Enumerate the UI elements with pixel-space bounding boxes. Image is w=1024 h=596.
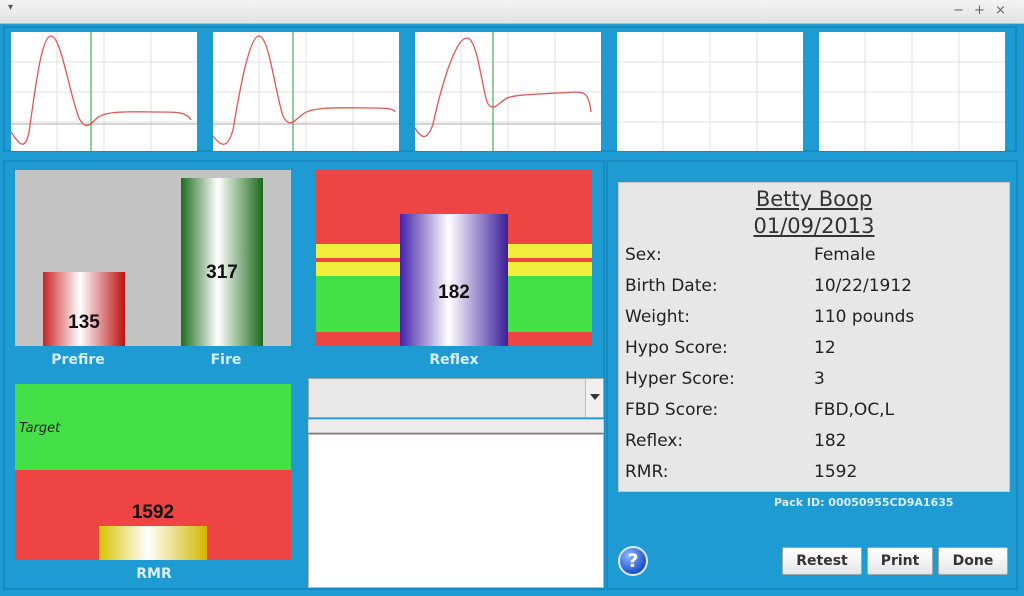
list-header xyxy=(308,419,604,433)
info-key: Weight: xyxy=(625,307,690,327)
info-row-sex: Sex: Female xyxy=(625,245,1005,271)
info-row-rmr: RMR: 1592 xyxy=(625,462,1005,488)
patient-info-card: Betty Boop 01/09/2013 Sex: Female Birth … xyxy=(618,182,1010,492)
reflex-chart: 182 xyxy=(316,170,592,346)
info-row-birth-date: Birth Date: 10/22/1912 xyxy=(625,276,1005,302)
rmr-chart: Target 1592 xyxy=(15,384,291,560)
info-value: 10/22/1912 xyxy=(814,276,912,296)
rmr-value: 1592 xyxy=(132,502,174,523)
rmr-bar xyxy=(99,526,207,560)
notes-dropdown[interactable] xyxy=(308,378,604,418)
info-value: FBD,OC,L xyxy=(814,400,895,420)
minimize-icon[interactable]: − xyxy=(953,3,964,19)
waveform-3 xyxy=(415,32,601,151)
title-bar: ▾ − + × xyxy=(0,0,1024,24)
info-row-hypo-score: Hypo Score: 12 xyxy=(625,338,1005,364)
maximize-icon[interactable]: + xyxy=(974,3,985,19)
window-menu-icon[interactable]: ▾ xyxy=(8,2,13,13)
test-date: 01/09/2013 xyxy=(753,214,875,238)
done-button[interactable]: Done xyxy=(938,547,1008,575)
help-icon[interactable]: ? xyxy=(618,546,648,576)
waveform-2 xyxy=(213,32,399,151)
pack-id: Pack ID: 00050955CD9A1635 xyxy=(774,496,954,509)
waveform-panel xyxy=(3,26,1017,152)
info-value: Female xyxy=(814,245,876,265)
reflex-value: 182 xyxy=(438,282,470,303)
info-key: Birth Date: xyxy=(625,276,718,296)
waveform-2-plot xyxy=(213,32,399,151)
prefire-bar xyxy=(43,272,125,346)
chevron-down-icon[interactable] xyxy=(585,379,603,417)
retest-button[interactable]: Retest xyxy=(782,547,862,575)
info-key: RMR: xyxy=(625,462,669,482)
prefire-fire-chart: 135 317 xyxy=(15,170,291,346)
close-icon[interactable]: × xyxy=(995,3,1006,19)
waveform-1-plot xyxy=(11,32,197,151)
info-value: 3 xyxy=(814,369,825,389)
waveform-4 xyxy=(617,32,803,151)
info-row-fbd-score: FBD Score: FBD,OC,L xyxy=(625,400,1005,426)
patient-name: Betty Boop xyxy=(755,187,873,211)
info-value: 110 pounds xyxy=(814,307,915,327)
print-button[interactable]: Print xyxy=(867,547,933,575)
gauges-panel: 135 317 Prefire Fire 182 Reflex Target 1… xyxy=(3,160,605,590)
reflex-bar xyxy=(400,214,508,346)
info-row-hyper-score: Hyper Score: 3 xyxy=(625,369,1005,395)
fire-label: Fire xyxy=(210,352,242,368)
waveform-3-plot xyxy=(415,32,601,151)
info-row-reflex: Reflex: 182 xyxy=(625,431,1005,457)
waveform-5-plot xyxy=(819,32,1005,151)
waveform-5 xyxy=(819,32,1005,151)
info-key: Sex: xyxy=(625,245,662,265)
rmr-target-label: Target xyxy=(19,421,61,436)
info-value: 12 xyxy=(814,338,836,358)
prefire-label: Prefire xyxy=(51,352,105,368)
info-key: Reflex: xyxy=(625,431,684,451)
fire-value: 317 xyxy=(206,262,238,283)
notes-list[interactable] xyxy=(308,434,604,588)
info-key: FBD Score: xyxy=(625,400,719,420)
reflex-label: Reflex xyxy=(429,352,479,368)
rmr-label: RMR xyxy=(136,566,172,582)
info-value: 1592 xyxy=(814,462,858,482)
prefire-value: 135 xyxy=(68,312,100,333)
info-value: 182 xyxy=(814,431,847,451)
waveform-1 xyxy=(11,32,197,151)
info-key: Hypo Score: xyxy=(625,338,728,358)
info-row-weight: Weight: 110 pounds xyxy=(625,307,1005,333)
patient-panel: Betty Boop 01/09/2013 Sex: Female Birth … xyxy=(606,160,1018,590)
info-key: Hyper Score: xyxy=(625,369,735,389)
waveform-4-plot xyxy=(617,32,803,151)
